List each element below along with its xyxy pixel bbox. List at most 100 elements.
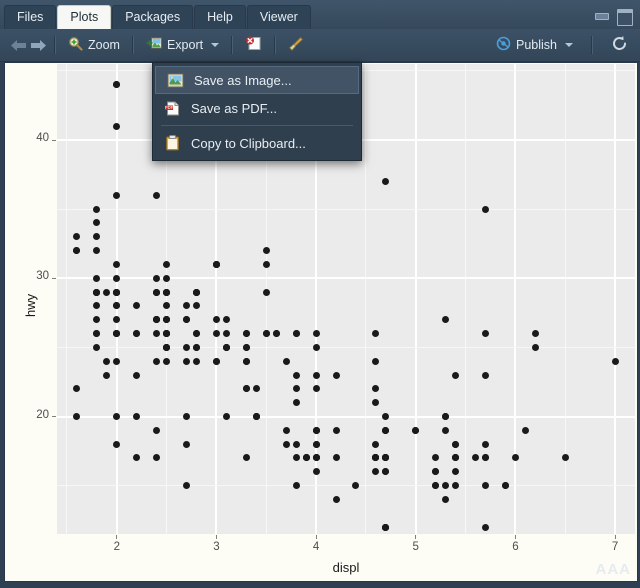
data-point (163, 260, 171, 268)
data-point (521, 426, 529, 434)
data-point (212, 260, 220, 268)
data-point (611, 357, 619, 365)
zoom-label: Zoom (88, 38, 120, 52)
x-tick (215, 535, 217, 539)
data-point (183, 343, 191, 351)
data-point (153, 274, 161, 282)
data-point (482, 523, 490, 531)
tab-files[interactable]: Files (4, 5, 57, 29)
toolbar-separator-2 (131, 36, 134, 54)
export-button[interactable]: Export (140, 33, 225, 57)
data-point (222, 330, 230, 338)
data-point (292, 330, 300, 338)
data-point (531, 330, 539, 338)
data-point (452, 371, 460, 379)
data-point (212, 357, 220, 365)
watermark: AAA (595, 561, 631, 578)
data-point (312, 371, 320, 379)
publish-button[interactable]: Publish (490, 33, 579, 57)
menu-separator (161, 125, 353, 126)
data-point (153, 357, 161, 365)
remove-plot-button[interactable] (239, 33, 268, 57)
tab-packages[interactable]: Packages (112, 5, 194, 29)
y-tick-label: 40 (36, 132, 49, 145)
data-point (442, 426, 450, 434)
data-point (501, 482, 509, 490)
data-point (113, 357, 121, 365)
data-point (193, 288, 201, 296)
x-tick (116, 535, 118, 539)
data-point (113, 122, 121, 130)
data-point (282, 357, 290, 365)
export-dropdown-menu[interactable]: Save as Image... PDF Save as PDF... Copy to… (152, 62, 362, 161)
data-point (113, 288, 121, 296)
data-point (312, 426, 320, 434)
gridline-minor-y (57, 485, 635, 487)
menu-item-save-as-image[interactable]: Save as Image... (155, 66, 359, 94)
refresh-button[interactable] (605, 33, 634, 57)
data-point (262, 260, 270, 268)
menu-item-copy-to-clipboard[interactable]: Copy to Clipboard... (153, 129, 361, 157)
y-tick (52, 416, 56, 417)
data-point (163, 357, 171, 365)
data-point (153, 191, 161, 199)
tab-help[interactable]: Help (194, 5, 246, 29)
data-point (163, 343, 171, 351)
data-point (292, 399, 300, 407)
x-axis-title: displ (332, 560, 360, 575)
data-point (282, 440, 290, 448)
data-point (312, 440, 320, 448)
chevron-down-icon[interactable] (565, 43, 573, 47)
data-point (222, 343, 230, 351)
rstudio-plots-pane: Files Plots Packages Help Viewer Zoom Ex… (0, 0, 640, 588)
y-tick-label: 30 (36, 270, 49, 283)
toolbar-separator-4 (274, 36, 277, 54)
publish-label: Publish (516, 38, 557, 52)
tab-viewer[interactable]: Viewer (246, 5, 311, 29)
data-point (262, 288, 270, 296)
data-point (103, 288, 111, 296)
clear-plots-button[interactable] (282, 33, 310, 57)
data-point (292, 482, 300, 490)
data-point (103, 371, 111, 379)
publish-icon (496, 36, 511, 54)
data-point (452, 440, 460, 448)
data-point (531, 343, 539, 351)
data-point (382, 523, 390, 531)
gridline-major-x (514, 64, 517, 534)
data-point (133, 371, 141, 379)
x-tick (614, 535, 616, 539)
toolbar-separator-3 (231, 36, 234, 54)
toolbar-separator-1 (54, 36, 56, 54)
zoom-button[interactable]: Zoom (62, 33, 126, 57)
magnifier-plus-icon (68, 36, 83, 54)
y-tick (52, 277, 56, 279)
maximize-icon[interactable] (616, 9, 633, 26)
forward-arrow-icon[interactable] (28, 36, 48, 54)
back-arrow-icon[interactable] (8, 36, 28, 54)
gridline-minor-x (365, 64, 367, 534)
data-point (153, 288, 161, 296)
data-point (292, 371, 300, 379)
x-tick-label: 4 (312, 541, 320, 553)
data-point (282, 426, 290, 434)
data-point (113, 440, 121, 448)
chevron-down-icon[interactable] (211, 43, 220, 47)
data-point (312, 330, 320, 338)
refresh-icon (611, 35, 628, 55)
data-point (93, 288, 101, 296)
x-tick-label: 5 (412, 541, 419, 553)
gridline-major-y (57, 415, 635, 418)
data-point (183, 440, 191, 448)
broom-icon (288, 36, 304, 55)
toolbar-separator-5 (591, 36, 593, 54)
gridline-major-x (614, 64, 617, 534)
x-tick-label: 6 (512, 541, 519, 553)
menu-item-save-as-pdf[interactable]: PDF Save as PDF... (153, 94, 361, 122)
minimize-icon[interactable] (593, 9, 609, 22)
y-tick (52, 139, 56, 141)
tab-list: Files Plots Packages Help Viewer (4, 3, 312, 29)
tab-plots[interactable]: Plots (57, 5, 112, 29)
window-controls (593, 9, 633, 26)
export-label: Export (166, 38, 204, 52)
